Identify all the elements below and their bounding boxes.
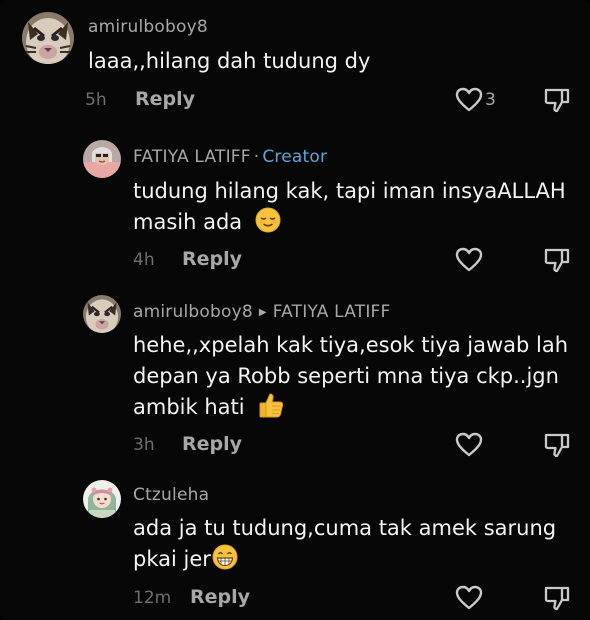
- cartoon-girl-avatar[interactable]: [83, 480, 121, 518]
- comment-timestamp: 3h: [133, 435, 155, 455]
- comment-amirulboboy8-1: amirulboboy8 laaa,,hilang dah tudung dy …: [0, 0, 590, 125]
- reply-button[interactable]: Reply: [182, 248, 242, 270]
- comment-text-line-wrap: ambik hati: [133, 392, 568, 423]
- tiger-avatar[interactable]: [22, 12, 74, 64]
- comment-text-line: ambik hati: [133, 395, 245, 419]
- heart-outline-icon[interactable]: [455, 247, 483, 273]
- comment-text-line: hehe,,xpelah kak tiya,esok tiya jawab la…: [133, 333, 569, 357]
- comment-fatiya-latiff: FATIYA LATIFF · Creator tudung hilang kak,…: [0, 125, 590, 285]
- comment-text: ada ja tu tudung,cuma tak amek sarung pk…: [133, 513, 556, 575]
- comment-text: hehe,,xpelah kak tiya,esok tiya jawab la…: [133, 330, 568, 423]
- comment-username[interactable]: Ctzuleha: [133, 485, 209, 505]
- comment-text-line: laaa,,hilang dah tudung dy: [88, 49, 371, 73]
- comment-amirulboboy8-2: amirulboboy8 ▶ FATIYA LATIFF hehe,,xpelah …: [0, 285, 590, 470]
- comment-text-line: tudung hilang kak, tapi iman insyaALLAH: [133, 179, 566, 203]
- thumbs-down-outline-icon[interactable]: [543, 247, 571, 273]
- comment-text-line: ada ja tu tudung,cuma tak amek sarung: [133, 516, 557, 540]
- comment-text-line: masih ada: [133, 210, 243, 234]
- user-photo-avatar[interactable]: [83, 140, 121, 178]
- separator-dot: ·: [253, 147, 260, 167]
- grinning-face-emoji: [212, 544, 238, 570]
- username-label[interactable]: amirulboboy8: [133, 302, 253, 322]
- comment-text-line: depan ya Robb seperti mna tiya ckp..jgn: [133, 364, 559, 388]
- thumbs-down-outline-icon[interactable]: [543, 585, 571, 611]
- reply-to-username[interactable]: FATIYA LATIFF: [273, 302, 391, 322]
- username-label[interactable]: FATIYA LATIFF: [133, 147, 251, 167]
- heart-outline-icon[interactable]: [455, 432, 483, 458]
- like-count: 3: [485, 90, 496, 110]
- thumbs-down-outline-icon[interactable]: [543, 87, 571, 113]
- comment-username: amirulboboy8 ▶ FATIYA LATIFF: [133, 302, 391, 322]
- comment-text-line-wrap: masih ada: [133, 207, 566, 238]
- comment-timestamp: 5h: [85, 90, 107, 110]
- relieved-face-emoji: [255, 207, 281, 233]
- thumbs-down-outline-icon[interactable]: [543, 432, 571, 458]
- comment-text-line-wrap: pkai jer: [133, 544, 556, 575]
- reply-button[interactable]: Reply: [135, 88, 195, 110]
- reply-arrow-icon: ▶: [258, 307, 267, 318]
- comment-username: FATIYA LATIFF · Creator: [133, 147, 327, 167]
- heart-outline-icon[interactable]: [455, 87, 483, 113]
- comment-text-line: pkai jer: [133, 547, 211, 571]
- comment-text: tudung hilang kak, tapi iman insyaALLAH …: [133, 176, 566, 238]
- tiger-avatar[interactable]: [83, 295, 121, 333]
- heart-outline-icon[interactable]: [455, 585, 483, 611]
- comment-text: laaa,,hilang dah tudung dy: [88, 46, 370, 77]
- comment-ctzuleha: Ctzuleha ada ja tu tudung,cuma tak amek …: [0, 470, 590, 620]
- creator-badge: Creator: [262, 147, 328, 167]
- reply-button[interactable]: Reply: [190, 586, 250, 608]
- comment-timestamp: 12m: [133, 588, 172, 608]
- comment-username[interactable]: amirulboboy8: [88, 17, 208, 37]
- comment-timestamp: 4h: [133, 250, 155, 270]
- reply-button[interactable]: Reply: [182, 433, 242, 455]
- thumbs-up-emoji: [257, 391, 285, 419]
